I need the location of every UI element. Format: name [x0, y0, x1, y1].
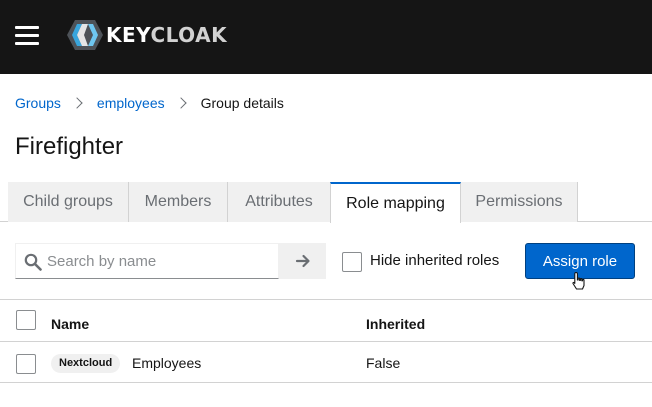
logo-text: KEYCLOAK — [106, 23, 228, 47]
role-name: Employees — [132, 355, 202, 371]
column-header-name[interactable]: Name — [51, 316, 89, 332]
breadcrumb-employees-link[interactable]: employees — [97, 95, 165, 111]
inherited-value: False — [366, 355, 401, 371]
search-submit-button[interactable] — [279, 243, 326, 279]
tab-role-mapping[interactable]: Role mapping — [330, 182, 461, 223]
keycloak-logo-icon — [67, 20, 103, 50]
search-input[interactable] — [47, 244, 275, 278]
hide-inherited-label: Hide inherited roles — [370, 252, 500, 269]
breadcrumb-groups-link[interactable]: Groups — [15, 95, 61, 111]
assign-role-button[interactable]: Assign role — [525, 243, 635, 279]
tab-members[interactable]: Members — [129, 182, 228, 222]
table-header: Name Inherited — [0, 299, 652, 342]
select-all-checkbox[interactable] — [16, 310, 36, 330]
column-header-inherited[interactable]: Inherited — [366, 316, 425, 332]
tab-bar: Child groups Members Attributes Role map… — [0, 182, 652, 223]
tab-attributes[interactable]: Attributes — [228, 182, 331, 222]
keycloak-logo[interactable]: KEYCLOAK — [66, 18, 227, 52]
page-title: Firefighter — [15, 133, 124, 160]
hide-inherited-checkbox[interactable] — [342, 252, 362, 272]
tab-permissions[interactable]: Permissions — [461, 182, 578, 222]
chevron-right-icon — [174, 97, 187, 109]
search-icon — [24, 253, 42, 271]
client-badge: Nextcloud — [51, 354, 121, 373]
chevron-right-icon — [71, 97, 83, 109]
toolbar: Hide inherited roles Assign role — [0, 243, 652, 279]
breadcrumb-current: Group details — [200, 95, 284, 111]
arrow-right-icon — [295, 254, 310, 268]
search-box — [15, 243, 279, 279]
table-row: Nextcloud Employees False — [0, 343, 652, 383]
masthead: KEYCLOAK — [0, 0, 652, 74]
row-select-checkbox[interactable] — [16, 354, 36, 374]
tab-child-groups[interactable]: Child groups — [8, 182, 129, 222]
hamburger-menu-icon[interactable] — [15, 26, 39, 46]
breadcrumb: Groups employees Group details — [15, 93, 284, 113]
